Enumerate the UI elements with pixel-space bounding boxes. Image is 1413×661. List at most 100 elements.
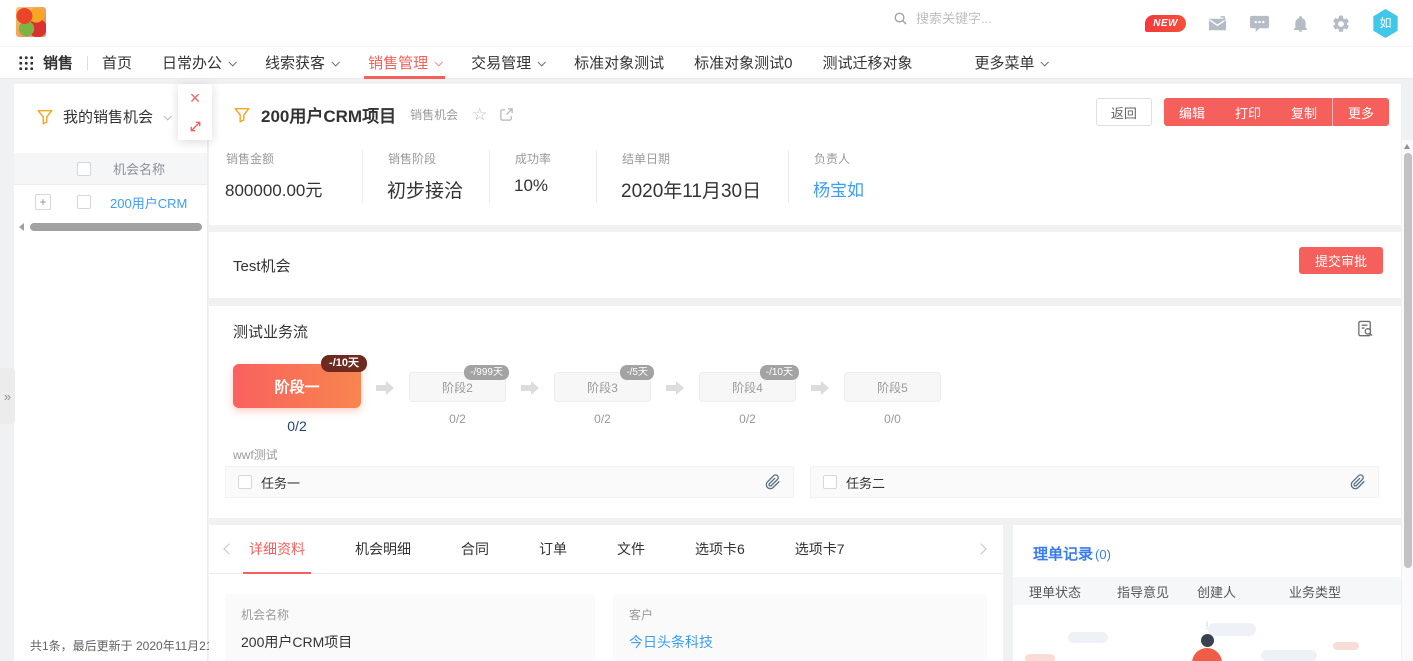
star-icon[interactable]: ☆	[472, 106, 487, 123]
paperclip-icon[interactable]	[765, 474, 781, 490]
submit-approval-button[interactable]: 提交审批	[1299, 247, 1383, 274]
chevron-down-icon	[1041, 58, 1049, 66]
horizontal-scrollbar[interactable]	[14, 222, 207, 232]
nav-item-leads[interactable]: 线索获客	[265, 47, 338, 78]
task-item[interactable]: 任务一	[225, 466, 794, 498]
app-name[interactable]: 销售	[43, 52, 73, 73]
expand-button[interactable]	[178, 112, 212, 140]
stage-card-3[interactable]: 阶段3 -/5天	[554, 372, 651, 402]
stage-task-count: 0/0	[884, 412, 901, 426]
row-checkbox[interactable]	[77, 195, 91, 209]
global-search	[893, 11, 1046, 26]
expand-diagonal-icon	[188, 119, 203, 134]
new-badge[interactable]: NEW	[1145, 15, 1186, 32]
nav-item-trade-mgmt[interactable]: 交易管理	[471, 47, 544, 78]
crm-app: NEW 如 销售 首页 日常办公 线索获客	[0, 0, 1413, 661]
back-button[interactable]: 返回	[1096, 98, 1152, 126]
stage-card-1[interactable]: 阶段一 -/10天	[233, 364, 361, 408]
detail-tabs-section: 详细资料 机会明细 合同 订单 文件 选项卡6 选项卡7 机会名称 200用户C…	[209, 525, 1003, 661]
info-field-opportunity-name: 机会名称 200用户CRM项目	[225, 594, 595, 661]
chevron-down-icon	[229, 58, 237, 66]
stage-card-4[interactable]: 阶段4 -/10天	[699, 372, 796, 402]
nav-item-std-object-test0[interactable]: 标准对象测试0	[694, 47, 792, 78]
stage-card-5[interactable]: 阶段5	[844, 372, 941, 402]
nav-item-more-menu[interactable]: 更多菜单	[974, 47, 1047, 78]
nav-items: 首页 日常办公 线索获客 销售管理 交易管理 标准对象测试 标准对象测试0 测试…	[102, 47, 1047, 78]
more-button[interactable]: 更多	[1332, 98, 1389, 126]
stage-item: 阶段5 0/0	[844, 364, 941, 426]
bell-icon[interactable]	[1291, 14, 1310, 34]
tab-detail-info[interactable]: 详细资料	[249, 525, 305, 574]
records-count: (0)	[1095, 547, 1111, 562]
close-button[interactable]: ×	[178, 84, 212, 112]
table-row[interactable]: + 200用户CRM	[14, 185, 207, 219]
workflow-title: 测试业务流	[233, 321, 308, 342]
tab-scroll-right-icon[interactable]	[975, 543, 986, 554]
funnel-icon	[36, 108, 54, 126]
vertical-scrollbar[interactable]	[1402, 140, 1413, 661]
expand-row-button[interactable]: +	[35, 194, 51, 210]
user-avatar[interactable]: 如	[1372, 9, 1399, 38]
account-link[interactable]: 今日头条科技	[629, 632, 971, 652]
stage-days-badge: -/10天	[321, 355, 367, 372]
scroll-left-icon[interactable]	[19, 223, 24, 231]
nav-item-migrate-object[interactable]: 测试迁移对象	[822, 47, 912, 78]
company-logo[interactable]	[16, 7, 46, 37]
task-checkbox[interactable]	[823, 475, 837, 489]
info-fields: 机会名称 200用户CRM项目 客户 今日头条科技	[209, 574, 1003, 661]
nav-item-sales-mgmt[interactable]: 销售管理	[368, 47, 441, 78]
double-chevron-icon: »	[4, 389, 11, 404]
field-owner: 负责人 杨宝如	[813, 150, 888, 203]
chat-icon[interactable]	[1249, 14, 1270, 33]
nav-item-daily-work[interactable]: 日常办公	[162, 47, 235, 78]
workflow-detail-icon[interactable]	[1356, 319, 1375, 339]
paperclip-icon[interactable]	[1350, 474, 1366, 490]
tab-custom-6[interactable]: 选项卡6	[695, 525, 745, 574]
tab-custom-7[interactable]: 选项卡7	[795, 525, 845, 574]
flow-arrow-icon	[651, 381, 699, 395]
field-sales-stage: 销售阶段 初步接洽	[387, 150, 490, 203]
chevron-down-icon	[332, 58, 340, 66]
task-label: 任务一	[261, 473, 765, 492]
stage-days-badge: -/999天	[464, 365, 509, 380]
stage-task-count: 0/2	[449, 412, 466, 426]
flow-arrow-icon	[796, 381, 844, 395]
print-button[interactable]: 打印	[1220, 98, 1276, 126]
copy-button[interactable]: 复制	[1276, 98, 1332, 126]
chevron-down-icon	[163, 112, 171, 120]
select-all-checkbox[interactable]	[77, 162, 91, 176]
task-list: 任务一 任务二	[225, 466, 1379, 498]
stage-item: 阶段3 -/5天 0/2	[554, 364, 651, 426]
sidebar-collapse-handle[interactable]: »	[0, 368, 15, 424]
scroll-up-icon[interactable]	[1404, 144, 1410, 149]
stage-card-2[interactable]: 阶段2 -/999天	[409, 372, 506, 402]
scrollbar-thumb[interactable]	[30, 223, 202, 231]
share-icon[interactable]	[499, 107, 514, 122]
edit-button[interactable]: 编辑	[1164, 98, 1220, 126]
tab-orders[interactable]: 订单	[539, 525, 567, 574]
tab-scroll-left-icon[interactable]	[223, 543, 234, 554]
detail-header-section: 200用户CRM项目 销售机会 ☆ 返回 编辑 打印 复制 更多 销售金额 8	[209, 84, 1401, 225]
app-grid-icon[interactable]	[18, 55, 33, 70]
tab-contracts[interactable]: 合同	[461, 525, 489, 574]
scrollbar-thumb[interactable]	[1404, 153, 1412, 568]
search-input[interactable]	[916, 11, 1046, 26]
nav-item-std-object-test[interactable]: 标准对象测试	[574, 47, 664, 78]
task-item[interactable]: 任务二	[810, 466, 1379, 498]
owner-link[interactable]: 杨宝如	[813, 176, 864, 201]
column-header-name: 机会名称	[113, 159, 165, 178]
tab-files[interactable]: 文件	[617, 525, 645, 574]
nav-item-home[interactable]: 首页	[102, 47, 132, 78]
mail-icon[interactable]	[1207, 15, 1228, 33]
chevron-down-icon	[435, 58, 443, 66]
list-footer-status: 共1条，最后更新于 2020年11月21日	[30, 637, 225, 654]
opportunity-link[interactable]: 200用户CRM	[110, 193, 187, 212]
tab-opportunity-lines[interactable]: 机会明细	[355, 525, 411, 574]
task-checkbox[interactable]	[238, 475, 252, 489]
page-title: 200用户CRM项目	[261, 102, 396, 127]
task-label: 任务二	[846, 473, 1350, 492]
records-panel: 理单记录 (0) 理单状态 指导意见 创建人 业务类型 !	[1013, 525, 1401, 661]
gear-icon[interactable]	[1331, 14, 1351, 34]
stage-days-badge: -/10天	[760, 365, 799, 380]
stage-item: 阶段2 -/999天 0/2	[409, 364, 506, 426]
